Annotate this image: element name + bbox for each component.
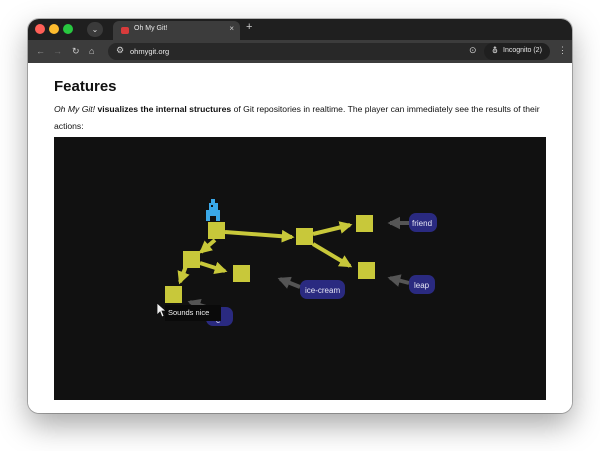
favicon-icon (121, 27, 129, 34)
ref-edge-leap (387, 274, 410, 287)
home-icon[interactable]: ⌂ (89, 45, 94, 57)
site-settings-icon[interactable]: ⚙ (116, 45, 124, 56)
commit-node[interactable] (296, 228, 313, 245)
browser-toolbar: ← → ↻ ⌂ ⚙ ohmygit.org ☆ ⊙ ⛢ Incognito (2… (28, 40, 572, 63)
maximize-window-button[interactable] (63, 24, 73, 34)
commit-node[interactable] (358, 262, 375, 279)
git-visualization: friend leap ice-cream c Sounds nice (54, 137, 546, 400)
commit-tooltip: Sounds nice (165, 305, 221, 321)
minimize-window-button[interactable] (49, 24, 59, 34)
commit-node[interactable] (356, 215, 373, 232)
close-window-button[interactable] (35, 24, 45, 34)
menu-dots-icon[interactable]: ⋮ (558, 45, 567, 56)
ref-friend-label: friend (412, 219, 432, 228)
ref-leap-label: leap (414, 281, 430, 290)
ref-ice-cream-label: ice-cream (305, 286, 340, 295)
reload-icon[interactable]: ↻ (72, 45, 80, 57)
commit-node[interactable] (183, 251, 200, 268)
incognito-icon: ⛢ (492, 46, 498, 55)
page-title: Features (54, 78, 117, 95)
incognito-badge[interactable]: ⛢ Incognito (2) (484, 43, 550, 60)
highlight-text: visualizes the internal structures (97, 104, 232, 114)
edge-e-g (177, 265, 190, 285)
url-text[interactable]: ohmygit.org (130, 47, 169, 56)
commit-node[interactable] (165, 286, 182, 303)
address-bar[interactable]: ⚙ ohmygit.org ☆ (108, 43, 515, 60)
edge-a-b (224, 229, 295, 243)
tab-search-icon[interactable]: ⌄ (87, 22, 103, 37)
tab-bar: ⌄ Oh My Git! × + (28, 19, 572, 40)
edge-e-f (199, 261, 228, 274)
commit-node[interactable] (233, 265, 250, 282)
extension-icon[interactable]: ⊙ (469, 45, 477, 56)
incognito-label: Incognito (2) (503, 47, 542, 54)
new-tab-button[interactable]: + (246, 21, 252, 33)
forward-arrow-icon[interactable]: → (53, 45, 62, 57)
tab-title: Oh My Git! (134, 25, 168, 32)
commit-node[interactable] (208, 222, 225, 239)
game-name-text: Oh My Git! (54, 104, 96, 114)
features-paragraph: Oh My Git! visualizes the internal struc… (54, 101, 554, 135)
page-content: Features Oh My Git! visualizes the inter… (28, 63, 572, 413)
tab-oh-my-git[interactable]: Oh My Git! × (113, 21, 240, 40)
edge-a-e (199, 238, 217, 254)
edge-b-d (311, 242, 353, 268)
ref-edge-ice-cream (277, 276, 301, 289)
player-robot-icon (206, 199, 220, 221)
commit-graph: friend leap ice-cream c (156, 199, 437, 326)
tab-close-icon[interactable]: × (229, 24, 234, 33)
edge-b-c (312, 221, 353, 236)
back-arrow-icon[interactable]: ← (36, 45, 45, 57)
browser-window: ⌄ Oh My Git! × + ← → ↻ ⌂ ⚙ ohmygit.org ☆… (28, 19, 572, 413)
